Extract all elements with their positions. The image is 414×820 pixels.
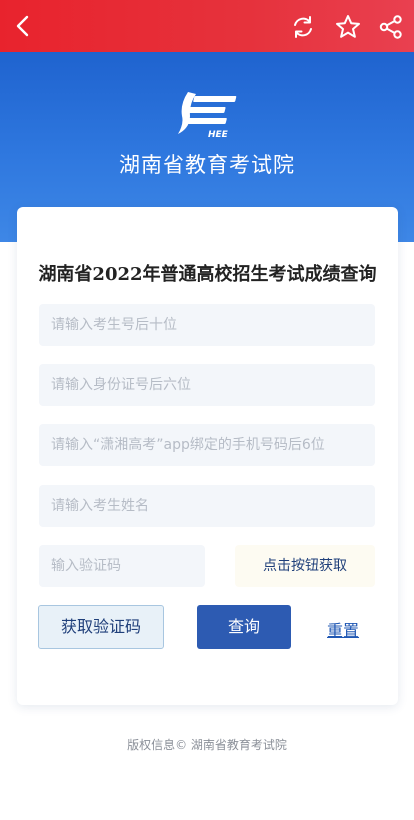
phone-input[interactable]	[39, 424, 375, 466]
svg-text:HEE: HEE	[208, 130, 229, 140]
id-number-input[interactable]	[39, 364, 375, 406]
verification-code-input[interactable]	[39, 545, 205, 587]
copyright-footer: 版权信息© 湖南省教育考试院	[127, 738, 287, 752]
query-card: 湖南省2022年普通高校招生考试成绩查询 点击按钮获取 获取验证码 查询 重置	[17, 207, 398, 705]
top-bar	[0, 0, 414, 52]
query-button[interactable]: 查询	[197, 605, 291, 649]
favorite-button[interactable]	[334, 13, 362, 41]
org-logo: HEE	[174, 90, 242, 140]
star-icon	[336, 15, 360, 38]
org-name: 湖南省教育考试院	[119, 153, 295, 177]
chevron-left-icon	[16, 15, 29, 37]
get-code-link[interactable]: 点击按钮获取	[235, 545, 375, 587]
back-button[interactable]	[10, 12, 38, 40]
refresh-button[interactable]	[290, 14, 316, 40]
reset-button[interactable]: 重置	[327, 617, 359, 640]
name-input[interactable]	[39, 485, 375, 527]
refresh-icon	[294, 16, 312, 38]
share-button[interactable]	[378, 14, 404, 40]
exam-number-input[interactable]	[39, 304, 375, 346]
get-code-button[interactable]: 获取验证码	[38, 605, 164, 649]
form-title: 湖南省2022年普通高校招生考试成绩查询	[38, 264, 377, 285]
hee-logo-icon: HEE	[178, 92, 237, 140]
share-icon	[379, 15, 402, 39]
